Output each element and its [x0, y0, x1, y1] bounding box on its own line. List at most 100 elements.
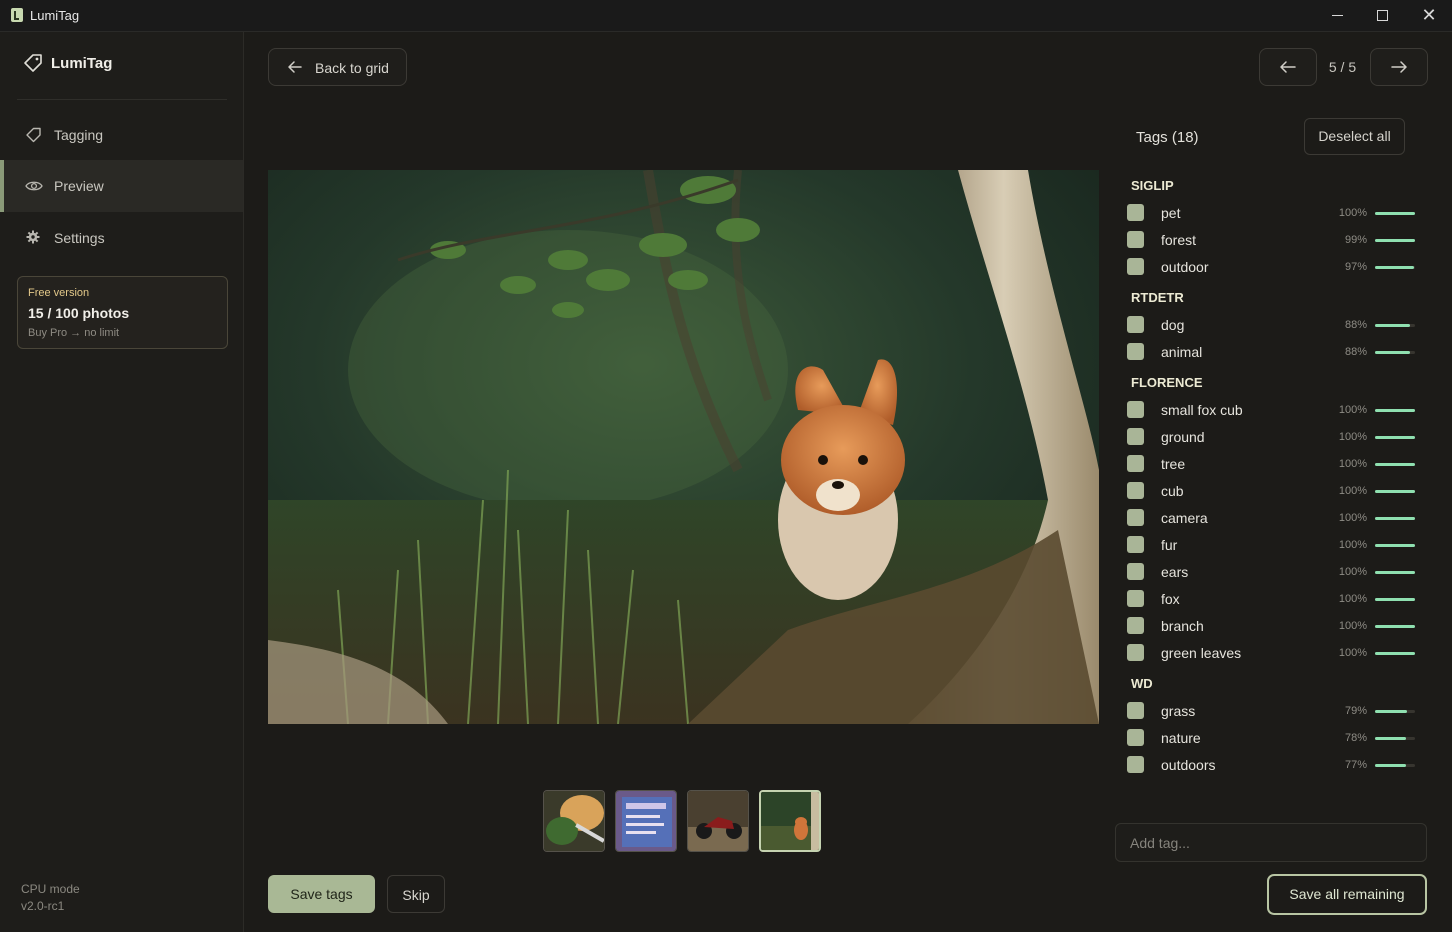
- tag-checkbox[interactable]: [1127, 401, 1144, 418]
- tag-row[interactable]: outdoors 77%: [1127, 756, 1417, 776]
- sidebar-item-label: Preview: [54, 178, 104, 194]
- tag-checkbox[interactable]: [1127, 729, 1144, 746]
- previous-image-button[interactable]: [1259, 48, 1317, 86]
- confidence-bar-fill: [1375, 571, 1415, 574]
- tag-checkbox[interactable]: [1127, 204, 1144, 221]
- tag-row[interactable]: dog 88%: [1127, 316, 1417, 336]
- confidence-bar: [1375, 324, 1415, 327]
- maximize-button[interactable]: [1360, 0, 1406, 31]
- tag-confidence: 88%: [1344, 346, 1367, 358]
- thumbnail-4-active[interactable]: [759, 790, 821, 852]
- tag-checkbox[interactable]: [1127, 455, 1144, 472]
- confidence-bar-fill: [1375, 598, 1415, 601]
- version-label: v2.0-rc1: [21, 899, 65, 913]
- tag-checkbox[interactable]: [1127, 563, 1144, 580]
- tag-row[interactable]: small fox cub 100%: [1127, 401, 1417, 421]
- tag-checkbox[interactable]: [1127, 644, 1144, 661]
- tag-group-title: SIGLIP: [1131, 178, 1174, 193]
- thumbnail-1[interactable]: [543, 790, 605, 852]
- tag-confidence: 100%: [1338, 485, 1367, 497]
- tag-row[interactable]: animal 88%: [1127, 343, 1417, 363]
- tag-confidence: 79%: [1344, 705, 1367, 717]
- confidence-bar: [1375, 409, 1415, 412]
- deselect-all-button[interactable]: Deselect all: [1304, 118, 1405, 155]
- tag-row[interactable]: forest 99%: [1127, 231, 1417, 251]
- sidebar-item-preview[interactable]: Preview: [0, 160, 243, 212]
- arrow-left-icon: [1280, 61, 1296, 73]
- tag-confidence: 100%: [1338, 404, 1367, 416]
- tag-name: green leaves: [1161, 645, 1242, 661]
- tag-group-title: RTDETR: [1131, 290, 1184, 305]
- tag-row[interactable]: ears 100%: [1127, 563, 1417, 583]
- confidence-bar: [1375, 598, 1415, 601]
- buy-pro-link[interactable]: Buy Pro → no limit: [28, 327, 119, 339]
- tag-row[interactable]: grass 79%: [1127, 702, 1417, 722]
- tag-confidence: 100%: [1338, 620, 1367, 632]
- sidebar-item-tagging[interactable]: Tagging: [0, 109, 243, 161]
- tag-row[interactable]: outdoor 97%: [1127, 258, 1417, 278]
- back-to-grid-label: Back to grid: [315, 60, 389, 76]
- tag-checkbox[interactable]: [1127, 702, 1144, 719]
- add-tag-input[interactable]: [1115, 823, 1427, 862]
- free-version-card[interactable]: Free version 15 / 100 photos Buy Pro → n…: [17, 276, 228, 349]
- tag-checkbox[interactable]: [1127, 617, 1144, 634]
- tag-name: fox: [1161, 591, 1180, 607]
- tag-name: outdoor: [1161, 259, 1209, 275]
- tag-name: ground: [1161, 429, 1205, 445]
- confidence-bar-fill: [1375, 625, 1415, 628]
- tag-row[interactable]: cub 100%: [1127, 482, 1417, 502]
- tag-checkbox[interactable]: [1127, 590, 1144, 607]
- tag-checkbox[interactable]: [1127, 482, 1144, 499]
- window-title: LumiTag: [30, 8, 80, 23]
- thumbnail-2[interactable]: [615, 790, 677, 852]
- tag-row[interactable]: green leaves 100%: [1127, 644, 1417, 664]
- save-all-remaining-button[interactable]: Save all remaining: [1267, 874, 1427, 915]
- confidence-bar-fill: [1375, 351, 1411, 354]
- save-tags-button[interactable]: Save tags: [268, 875, 375, 913]
- confidence-bar-fill: [1375, 212, 1415, 215]
- confidence-bar: [1375, 710, 1415, 713]
- back-to-grid-button[interactable]: Back to grid: [268, 48, 407, 86]
- tag-row[interactable]: ground 100%: [1127, 428, 1417, 448]
- close-icon: ✕: [1421, 5, 1437, 25]
- tag-row[interactable]: nature 78%: [1127, 729, 1417, 749]
- tag-checkbox[interactable]: [1127, 231, 1144, 248]
- tag-checkbox[interactable]: [1127, 428, 1144, 445]
- confidence-bar-fill: [1375, 463, 1415, 466]
- confidence-bar-fill: [1375, 764, 1406, 767]
- tag-row[interactable]: branch 100%: [1127, 617, 1417, 637]
- tag-checkbox[interactable]: [1127, 509, 1144, 526]
- sidebar-divider: [17, 99, 227, 100]
- tag-row[interactable]: fox 100%: [1127, 590, 1417, 610]
- tag-name: animal: [1161, 344, 1203, 360]
- tag-checkbox[interactable]: [1127, 756, 1144, 773]
- confidence-bar: [1375, 436, 1415, 439]
- tag-confidence: 100%: [1338, 539, 1367, 551]
- tag-name: dog: [1161, 317, 1185, 333]
- page-indicator: 5 / 5: [1328, 59, 1357, 75]
- photo-count: 15 / 100 photos: [28, 305, 130, 321]
- skip-button[interactable]: Skip: [387, 875, 445, 913]
- tag-checkbox[interactable]: [1127, 343, 1144, 360]
- minimize-button[interactable]: [1314, 0, 1360, 31]
- sidebar-item-settings[interactable]: Settings: [0, 212, 243, 264]
- tag-confidence: 77%: [1344, 759, 1367, 771]
- tag-checkbox[interactable]: [1127, 316, 1144, 333]
- tag-checkbox[interactable]: [1127, 258, 1144, 275]
- close-button[interactable]: ✕: [1406, 0, 1452, 31]
- tag-row[interactable]: pet 100%: [1127, 204, 1417, 224]
- confidence-bar-fill: [1375, 324, 1411, 327]
- thumbnail-3[interactable]: [687, 790, 749, 852]
- confidence-bar: [1375, 212, 1415, 215]
- confidence-bar: [1375, 463, 1415, 466]
- tag-name: branch: [1161, 618, 1204, 634]
- tag-row[interactable]: fur 100%: [1127, 536, 1417, 556]
- arrow-right-icon: [1391, 61, 1407, 73]
- confidence-bar-fill: [1375, 436, 1415, 439]
- next-image-button[interactable]: [1370, 48, 1428, 86]
- tag-checkbox[interactable]: [1127, 536, 1144, 553]
- tag-group-title: WD: [1131, 676, 1153, 691]
- tag-row[interactable]: tree 100%: [1127, 455, 1417, 475]
- tag-row[interactable]: camera 100%: [1127, 509, 1417, 529]
- confidence-bar: [1375, 239, 1415, 242]
